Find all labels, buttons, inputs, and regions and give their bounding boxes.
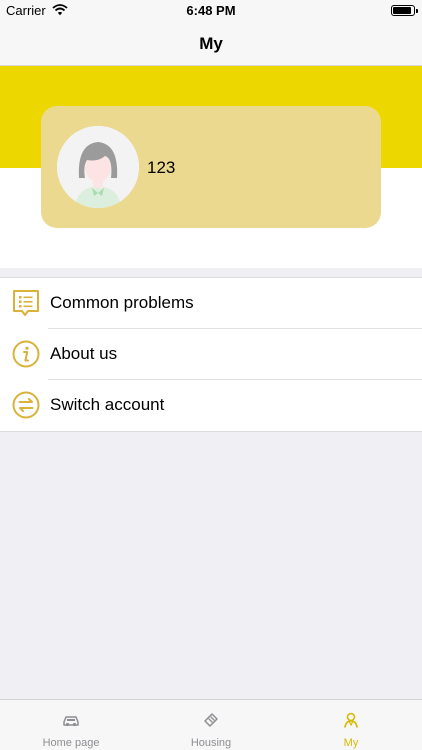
menu-item-common-problems[interactable]: Common problems <box>0 278 422 329</box>
username: 123 <box>147 158 176 177</box>
tab-label: Home page <box>42 737 100 749</box>
menu-item-label: Common problems <box>50 293 194 312</box>
list-doc-icon <box>12 289 40 317</box>
profile-card[interactable]: 123 <box>41 106 381 228</box>
navigation-bar: My <box>0 22 422 66</box>
tab-bar: Home page Housing My <box>0 699 422 750</box>
battery-icon <box>391 5 418 16</box>
tab-housing[interactable]: Housing <box>141 700 281 750</box>
avatar[interactable] <box>57 126 139 208</box>
switch-arrows-icon <box>12 391 40 419</box>
page-title: My <box>199 34 223 53</box>
person-icon <box>341 710 361 730</box>
info-icon <box>12 340 40 368</box>
tab-label: Housing <box>190 737 232 749</box>
menu-item-about-us[interactable]: About us <box>0 329 422 380</box>
status-bar: Carrier 6:48 PM <box>0 0 422 22</box>
tab-my[interactable]: My <box>281 700 421 750</box>
tab-label: My <box>343 737 359 749</box>
menu-item-switch-account[interactable]: Switch account <box>0 380 422 431</box>
menu-item-label: About us <box>50 344 118 363</box>
settings-menu: Common problems About us Switch account <box>0 277 422 432</box>
home-car-icon <box>61 710 81 730</box>
housing-ticket-icon <box>201 710 221 730</box>
menu-item-label: Switch account <box>50 395 165 414</box>
avatar-illustration-icon <box>57 126 139 208</box>
tab-home-page[interactable]: Home page <box>1 700 141 750</box>
clock: 6:48 PM <box>186 3 236 18</box>
